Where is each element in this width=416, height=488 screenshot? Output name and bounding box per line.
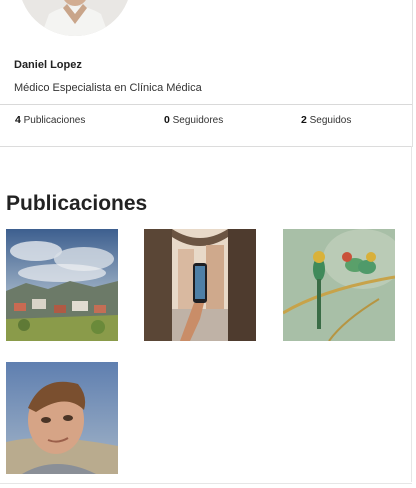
page-bottom-border	[0, 483, 412, 484]
stat-seguidos-label: Seguidos	[309, 115, 352, 126]
posts-section-title: Publicaciones	[6, 192, 148, 215]
page-right-border	[411, 146, 412, 482]
post-thumbnail-phone-street[interactable]	[144, 229, 256, 341]
stat-seguidores-count: 0	[164, 114, 170, 126]
profile-avatar[interactable]	[19, 0, 131, 36]
stat-seguidos[interactable]: 2 Seguidos	[301, 114, 351, 126]
profile-card: Daniel Lopez Médico Especialista en Clín…	[0, 0, 413, 147]
post-thumbnail-village[interactable]	[6, 229, 118, 341]
stat-seguidos-count: 2	[301, 114, 307, 126]
stat-publicaciones[interactable]: 4 Publicaciones	[15, 114, 85, 126]
stat-publicaciones-label: Publicaciones	[23, 115, 86, 126]
post-thumbnail-birds[interactable]	[283, 229, 395, 341]
profile-role: Médico Especialista en Clínica Médica	[14, 82, 202, 94]
stat-seguidores-label: Seguidores	[172, 115, 224, 126]
profile-name: Daniel Lopez	[14, 59, 82, 71]
stat-publicaciones-count: 4	[15, 114, 21, 126]
stat-seguidores[interactable]: 0 Seguidores	[164, 114, 223, 126]
post-thumbnail-child[interactable]	[6, 362, 118, 474]
profile-divider	[0, 104, 412, 105]
